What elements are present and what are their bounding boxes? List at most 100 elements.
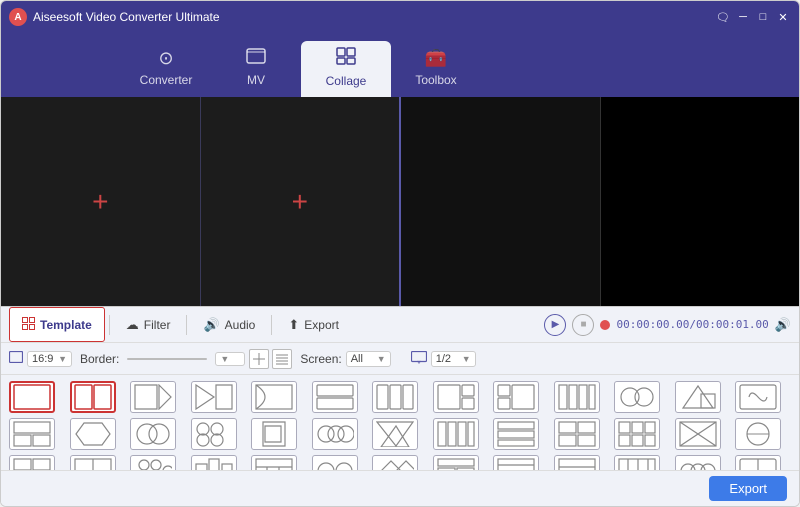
border-icons bbox=[249, 349, 292, 369]
preview-right bbox=[601, 97, 800, 306]
template-item[interactable] bbox=[312, 455, 358, 470]
template-item[interactable] bbox=[433, 455, 479, 470]
monitor-icon bbox=[411, 351, 427, 367]
separator-2 bbox=[186, 315, 187, 335]
template-item[interactable] bbox=[493, 455, 539, 470]
app-logo: A bbox=[9, 8, 27, 26]
template-item[interactable] bbox=[372, 381, 418, 413]
border-stripe-icon[interactable] bbox=[272, 349, 292, 369]
app-title: Aiseesoft Video Converter Ultimate bbox=[33, 10, 220, 24]
template-item[interactable] bbox=[251, 418, 297, 450]
stop-button[interactable]: ■ bbox=[572, 314, 594, 336]
screen-label: Screen: bbox=[300, 352, 341, 366]
tab-collage[interactable]: Collage bbox=[301, 41, 391, 97]
border-line bbox=[127, 358, 207, 360]
tab-mv[interactable]: MV bbox=[211, 41, 301, 97]
aspect-ratio-setting: 16:9 ▼ bbox=[9, 351, 72, 367]
template-item[interactable] bbox=[433, 418, 479, 450]
audio-tab[interactable]: 🔊 Audio bbox=[191, 307, 267, 342]
template-item[interactable] bbox=[675, 381, 721, 413]
template-item[interactable] bbox=[312, 418, 358, 450]
video-panel-2[interactable]: + bbox=[201, 97, 400, 306]
template-tab[interactable]: Template bbox=[9, 307, 105, 342]
template-item[interactable] bbox=[493, 381, 539, 413]
aspect-ratio-select[interactable]: 16:9 ▼ bbox=[27, 351, 72, 367]
template-item[interactable] bbox=[70, 455, 116, 470]
filter-tab[interactable]: ☁ Filter bbox=[114, 307, 183, 342]
template-item[interactable] bbox=[191, 418, 237, 450]
border-chevron: ▼ bbox=[220, 354, 229, 364]
template-tab-label: Template bbox=[40, 318, 92, 332]
add-video-icon-2: + bbox=[292, 186, 308, 218]
page-select[interactable]: 1/2 ▼ bbox=[431, 351, 476, 367]
template-item[interactable] bbox=[614, 418, 660, 450]
audio-tab-label: Audio bbox=[225, 318, 256, 332]
template-item[interactable] bbox=[372, 455, 418, 470]
template-item[interactable] bbox=[372, 418, 418, 450]
template-item[interactable] bbox=[191, 455, 237, 470]
tab-toolbox[interactable]: 🧰 Toolbox bbox=[391, 41, 481, 97]
template-item[interactable] bbox=[251, 381, 297, 413]
templates-area bbox=[1, 375, 799, 470]
template-item[interactable] bbox=[735, 418, 781, 450]
mv-label: MV bbox=[247, 73, 265, 87]
tab-converter[interactable]: ⊙ Converter bbox=[121, 41, 211, 97]
tab-buttons: Template ☁ Filter 🔊 Audio ⬆ Export bbox=[1, 307, 359, 342]
export-tab-icon: ⬆ bbox=[288, 317, 299, 333]
template-item[interactable] bbox=[493, 418, 539, 450]
maximize-button[interactable]: □ bbox=[755, 9, 771, 25]
screen-select[interactable]: All ▼ bbox=[346, 351, 391, 367]
close-button[interactable]: ✕ bbox=[775, 9, 791, 25]
bottom-bar: Export bbox=[1, 470, 799, 506]
settings-bar: 16:9 ▼ Border: ▼ bbox=[1, 343, 799, 375]
video-panel-1[interactable]: + bbox=[1, 97, 201, 306]
mv-icon bbox=[246, 48, 266, 69]
template-item[interactable] bbox=[312, 381, 358, 413]
toolbox-icon: 🧰 bbox=[425, 48, 447, 69]
audio-tab-icon: 🔊 bbox=[203, 317, 219, 333]
template-item[interactable] bbox=[251, 455, 297, 470]
template-item[interactable] bbox=[130, 455, 176, 470]
video-preview-area bbox=[401, 97, 799, 306]
template-item[interactable] bbox=[433, 381, 479, 413]
border-grid-icon[interactable] bbox=[249, 349, 269, 369]
nav-bar: ⊙ Converter MV Collage 🧰 Toolbox bbox=[1, 33, 799, 97]
aspect-chevron: ▼ bbox=[58, 354, 67, 364]
export-tab[interactable]: ⬆ Export bbox=[276, 307, 351, 342]
message-button[interactable]: 🗨 bbox=[715, 9, 731, 25]
template-item[interactable] bbox=[130, 381, 176, 413]
template-item[interactable] bbox=[9, 455, 55, 470]
filter-tab-icon: ☁ bbox=[126, 317, 139, 333]
border-label: Border: bbox=[80, 352, 119, 366]
border-select[interactable]: ▼ bbox=[215, 352, 245, 366]
toolbox-label: Toolbox bbox=[415, 73, 456, 87]
play-button[interactable]: ▶ bbox=[544, 314, 566, 336]
template-item[interactable] bbox=[614, 381, 660, 413]
filter-tab-label: Filter bbox=[144, 318, 171, 332]
template-item[interactable] bbox=[614, 455, 660, 470]
video-edit-panels: + + bbox=[1, 97, 401, 306]
video-area: + + bbox=[1, 97, 799, 307]
template-item[interactable] bbox=[735, 381, 781, 413]
template-item[interactable] bbox=[9, 381, 55, 413]
video-preview bbox=[401, 97, 799, 306]
template-item[interactable] bbox=[191, 381, 237, 413]
template-item[interactable] bbox=[70, 381, 116, 413]
title-bar-left: A Aiseesoft Video Converter Ultimate bbox=[9, 8, 220, 26]
minimize-button[interactable]: ─ bbox=[735, 9, 751, 25]
template-item[interactable] bbox=[554, 381, 600, 413]
template-item[interactable] bbox=[554, 455, 600, 470]
converter-label: Converter bbox=[140, 73, 193, 87]
template-item[interactable] bbox=[554, 418, 600, 450]
template-item[interactable] bbox=[130, 418, 176, 450]
template-item[interactable] bbox=[9, 418, 55, 450]
page-setting: 1/2 ▼ bbox=[411, 351, 476, 367]
template-item[interactable] bbox=[675, 418, 721, 450]
separator-1 bbox=[109, 315, 110, 335]
template-item[interactable] bbox=[735, 455, 781, 470]
collage-label: Collage bbox=[326, 74, 367, 88]
template-item[interactable] bbox=[675, 455, 721, 470]
volume-icon[interactable]: 🔊 bbox=[775, 317, 791, 333]
export-button[interactable]: Export bbox=[709, 476, 787, 501]
template-item[interactable] bbox=[70, 418, 116, 450]
